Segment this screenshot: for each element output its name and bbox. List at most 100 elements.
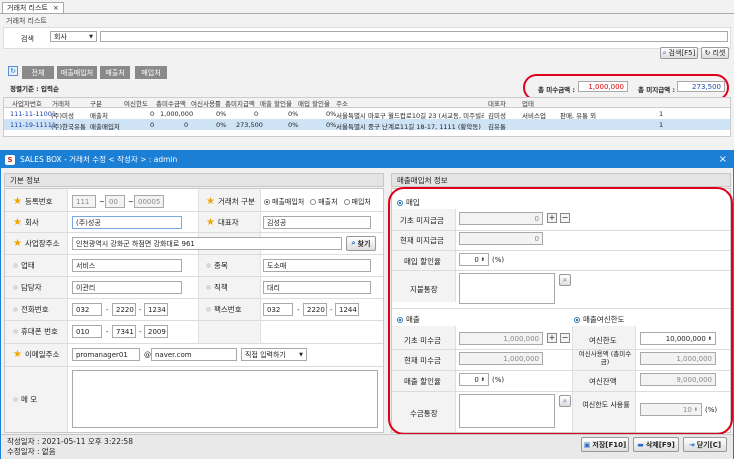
col-payable[interactable]: 총미지급액 (225, 98, 255, 108)
col-receivable[interactable]: 총미수금액 (156, 98, 186, 108)
biz-no-2[interactable]: 00 (105, 195, 125, 208)
address-input[interactable]: 인천광역시 강화군 하점면 강화대로 961 (72, 237, 342, 250)
address-label: ★ 사업장주소 (5, 233, 59, 254)
filter-sales[interactable]: 매출처 (100, 66, 130, 79)
divider (5, 276, 383, 277)
close-icon[interactable]: × (719, 154, 727, 165)
item-input[interactable]: 도소매 (263, 259, 371, 272)
cell: 1 (659, 110, 664, 118)
phone-1[interactable]: 032 (72, 303, 102, 316)
exit-icon: ⇥ (688, 440, 695, 449)
email-domain-select[interactable]: 직접 입력하기 ▼ (241, 348, 307, 361)
mobile-3[interactable]: 2009 (144, 325, 168, 338)
search-select[interactable]: 회사 ▼ (50, 31, 97, 42)
star-icon: ★ (13, 348, 22, 360)
col-credit-rate[interactable]: 여신사용률 (191, 98, 221, 108)
close-button[interactable]: ⇥ 닫기[C] (683, 437, 727, 452)
label-text: 이메일주소 (24, 350, 60, 359)
company-input[interactable]: (주)성공 (72, 216, 182, 229)
company-label: ★ 회사 (5, 212, 39, 233)
find-address-button[interactable]: ⌕ 찾기 (346, 236, 376, 251)
filter-sales-purchase[interactable]: 매출매입처 (57, 66, 97, 79)
col-biztype[interactable]: 업태 (522, 98, 534, 108)
col-ceo[interactable]: 대표자 (488, 98, 506, 108)
radio-label: 매출처 (318, 198, 338, 206)
radio-sales-purchase[interactable]: 매출매입처 (264, 197, 304, 207)
email-label: ★ 이메일주소 (5, 344, 59, 365)
basic-info-panel: ★ 등록번호 111 ~ 00 ~ 00005 ★ 거래처 구분 매출매입처 매출처… (4, 188, 384, 433)
label-text: 메 모 (21, 395, 38, 404)
email-id-input[interactable]: promanager01 (72, 348, 140, 361)
filter-all[interactable]: 전체 (22, 66, 54, 79)
col-address[interactable]: 주소 (336, 98, 348, 108)
tab-strip-line (0, 13, 734, 14)
radio-sales[interactable]: 매출처 (310, 197, 338, 207)
position-input[interactable]: 대리 (263, 281, 371, 294)
modified-date: 수정일자 : 없음 (7, 447, 56, 456)
divider (5, 254, 383, 255)
label-text: 등록번호 (24, 197, 53, 206)
fax-3[interactable]: 1244 (335, 303, 359, 316)
dash: - (297, 306, 300, 314)
bullet-icon (206, 285, 211, 290)
tab-title: 거래처 리스트 (7, 4, 48, 12)
mobile-label: 휴대폰 번호 (5, 321, 58, 342)
email-domain-input[interactable]: naver.com (151, 348, 237, 361)
reset-button[interactable]: ↻ 리셋 (701, 47, 729, 59)
fax-1[interactable]: 032 (263, 303, 293, 316)
table-row[interactable]: 111-11-11001 (주)미성 매출처 0 1,000,000 0% 0 … (4, 108, 730, 120)
label-text: 업태 (21, 261, 35, 270)
mobile-1[interactable]: 010 (72, 325, 102, 338)
label-text: 휴대폰 번호 (21, 327, 58, 336)
tab-customer-list[interactable]: 거래처 리스트 × (2, 2, 64, 13)
label-text: 회사 (24, 218, 39, 227)
cell: 111-19-11111 (10, 121, 57, 129)
dash: - (106, 306, 109, 314)
memo-textarea[interactable] (72, 370, 378, 428)
dash: - (139, 328, 142, 336)
radio-purchase[interactable]: 매입처 (343, 197, 371, 207)
cell: 매출매입처 (90, 123, 120, 131)
filter-purchase[interactable]: 매입처 (135, 66, 167, 79)
manager-input[interactable]: 이관리 (72, 281, 182, 294)
mobile-2[interactable]: 7341 (112, 325, 136, 338)
phone-3[interactable]: 1234 (144, 303, 168, 316)
biz-no-1[interactable]: 111 (72, 195, 96, 208)
label-text: 직책 (214, 283, 228, 292)
phone-2[interactable]: 2220 (112, 303, 136, 316)
table-row[interactable]: 111-19-11111 (주)한국유통 매출매입처 0 0 0% 273,50… (4, 119, 730, 131)
cell: 0% (216, 110, 227, 118)
fax-label: 팩스번호 (198, 299, 242, 320)
search-button[interactable]: ⌕ 검색[F5] (660, 47, 698, 59)
save-icon: ▣ (583, 440, 591, 449)
col-credit[interactable]: 여신한도 (124, 98, 148, 108)
save-button[interactable]: ▣ 저장[F10] (581, 437, 629, 452)
dash: - (106, 328, 109, 336)
fax-2[interactable]: 2220 (303, 303, 327, 316)
dash: ~ (99, 198, 105, 206)
col-bizno[interactable]: 사업자번호 (12, 98, 42, 108)
delete-button[interactable]: ▬ 삭제[F9] (633, 437, 679, 452)
sort-text: 정렬기준 : 입력순 (10, 85, 59, 93)
dialog-titlebar: S SALES BOX - 거래처 수정 < 작성자 > : admin × (1, 151, 733, 168)
bullet-icon (13, 397, 18, 402)
col-sales-discount[interactable]: 매출 할인율 (260, 98, 292, 108)
biz-no-3[interactable]: 00005 (134, 195, 164, 208)
search-input[interactable] (100, 31, 728, 42)
tab-close-icon[interactable]: × (53, 4, 59, 12)
col-company[interactable]: 거래처 (52, 98, 70, 108)
label-text: 사업장주소 (24, 239, 60, 248)
cell: 김유통 (488, 123, 506, 131)
refresh-small-icon[interactable]: ↻ (8, 66, 18, 76)
divider (5, 232, 383, 233)
dash: ~ (128, 198, 134, 206)
star-icon: ★ (206, 195, 215, 207)
chevron-down-icon: ▼ (89, 33, 93, 40)
ceo-input[interactable]: 김성공 (263, 216, 371, 229)
bullet-icon (13, 307, 18, 312)
col-purchase-discount[interactable]: 매입 할인율 (298, 98, 330, 108)
magnifier-icon: ⌕ (351, 239, 356, 247)
col-type[interactable]: 구분 (90, 98, 102, 108)
biztype-input[interactable]: 서비스 (72, 259, 182, 272)
chevron-down-icon: ▼ (299, 351, 303, 358)
